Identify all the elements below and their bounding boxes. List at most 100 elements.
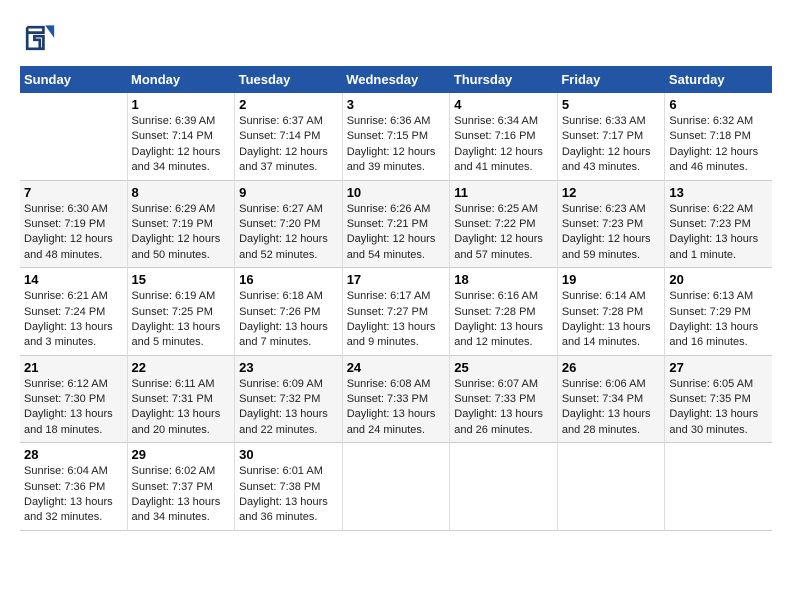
day-number: 2: [239, 97, 338, 112]
calendar-cell: 3 Sunrise: 6:36 AM Sunset: 7:15 PM Daylig…: [342, 93, 450, 180]
day-number: 7: [24, 185, 123, 200]
day-number: 11: [454, 185, 553, 200]
day-number: 25: [454, 360, 553, 375]
col-header-sunday: Sunday: [20, 66, 127, 93]
calendar-cell: 27 Sunrise: 6:05 AM Sunset: 7:35 PM Dayli…: [665, 355, 772, 443]
col-header-thursday: Thursday: [450, 66, 558, 93]
calendar-cell: 22 Sunrise: 6:11 AM Sunset: 7:31 PM Dayli…: [127, 355, 235, 443]
day-info: Sunrise: 6:09 AM Sunset: 7:32 PM Dayligh…: [239, 377, 338, 439]
day-number: 30: [239, 447, 338, 462]
day-info: Sunrise: 6:33 AM Sunset: 7:17 PM Dayligh…: [562, 114, 661, 176]
day-info: Sunrise: 6:18 AM Sunset: 7:26 PM Dayligh…: [239, 289, 338, 351]
col-header-friday: Friday: [557, 66, 665, 93]
day-info: Sunrise: 6:04 AM Sunset: 7:36 PM Dayligh…: [24, 464, 123, 526]
day-info: Sunrise: 6:21 AM Sunset: 7:24 PM Dayligh…: [24, 289, 123, 351]
day-info: Sunrise: 6:32 AM Sunset: 7:18 PM Dayligh…: [669, 114, 768, 176]
calendar-cell: 4 Sunrise: 6:34 AM Sunset: 7:16 PM Daylig…: [450, 93, 558, 180]
day-info: Sunrise: 6:06 AM Sunset: 7:34 PM Dayligh…: [562, 377, 661, 439]
day-number: 17: [347, 272, 446, 287]
day-info: Sunrise: 6:11 AM Sunset: 7:31 PM Dayligh…: [132, 377, 231, 439]
day-number: 23: [239, 360, 338, 375]
calendar-cell: 26 Sunrise: 6:06 AM Sunset: 7:34 PM Dayli…: [557, 355, 665, 443]
day-number: 18: [454, 272, 553, 287]
day-number: 4: [454, 97, 553, 112]
day-info: Sunrise: 6:08 AM Sunset: 7:33 PM Dayligh…: [347, 377, 446, 439]
calendar-cell: 2 Sunrise: 6:37 AM Sunset: 7:14 PM Daylig…: [235, 93, 343, 180]
calendar-cell: 10 Sunrise: 6:26 AM Sunset: 7:21 PM Dayli…: [342, 180, 450, 268]
day-info: Sunrise: 6:23 AM Sunset: 7:23 PM Dayligh…: [562, 202, 661, 264]
page-header: [20, 20, 772, 56]
calendar-cell: 6Sunrise: 6:32 AM Sunset: 7:18 PM Daylig…: [665, 93, 772, 180]
week-row-2: 7 Sunrise: 6:30 AM Sunset: 7:19 PM Daylig…: [20, 180, 772, 268]
logo: [20, 20, 60, 56]
day-number: 5: [562, 97, 661, 112]
calendar-cell: 14 Sunrise: 6:21 AM Sunset: 7:24 PM Dayli…: [20, 268, 127, 356]
week-row-1: 1 Sunrise: 6:39 AM Sunset: 7:14 PM Daylig…: [20, 93, 772, 180]
calendar-cell: 17 Sunrise: 6:17 AM Sunset: 7:27 PM Dayli…: [342, 268, 450, 356]
day-number: 9: [239, 185, 338, 200]
day-info: Sunrise: 6:25 AM Sunset: 7:22 PM Dayligh…: [454, 202, 553, 264]
col-header-wednesday: Wednesday: [342, 66, 450, 93]
day-number: 10: [347, 185, 446, 200]
calendar-cell: 7 Sunrise: 6:30 AM Sunset: 7:19 PM Daylig…: [20, 180, 127, 268]
header-row: SundayMondayTuesdayWednesdayThursdayFrid…: [20, 66, 772, 93]
week-row-5: 28 Sunrise: 6:04 AM Sunset: 7:36 PM Dayli…: [20, 443, 772, 531]
calendar-cell: 13 Sunrise: 6:22 AM Sunset: 7:23 PM Dayli…: [665, 180, 772, 268]
calendar-table: SundayMondayTuesdayWednesdayThursdayFrid…: [20, 66, 772, 531]
calendar-cell: 21 Sunrise: 6:12 AM Sunset: 7:30 PM Dayli…: [20, 355, 127, 443]
calendar-cell: 1 Sunrise: 6:39 AM Sunset: 7:14 PM Daylig…: [127, 93, 235, 180]
day-info: Sunrise: 6:14 AM Sunset: 7:28 PM Dayligh…: [562, 289, 661, 351]
day-number: 22: [132, 360, 231, 375]
day-info: Sunrise: 6:29 AM Sunset: 7:19 PM Dayligh…: [132, 202, 231, 264]
day-info: Sunrise: 6:01 AM Sunset: 7:38 PM Dayligh…: [239, 464, 338, 526]
day-number: 28: [24, 447, 123, 462]
day-info: Sunrise: 6:34 AM Sunset: 7:16 PM Dayligh…: [454, 114, 553, 176]
day-number: 12: [562, 185, 661, 200]
week-row-3: 14 Sunrise: 6:21 AM Sunset: 7:24 PM Dayli…: [20, 268, 772, 356]
day-info: Sunrise: 6:13 AM Sunset: 7:29 PM Dayligh…: [669, 289, 768, 351]
calendar-cell: [20, 93, 127, 180]
calendar-cell: 16 Sunrise: 6:18 AM Sunset: 7:26 PM Dayli…: [235, 268, 343, 356]
calendar-cell: 24Sunrise: 6:08 AM Sunset: 7:33 PM Dayli…: [342, 355, 450, 443]
day-number: 27: [669, 360, 768, 375]
day-number: 14: [24, 272, 123, 287]
day-number: 29: [132, 447, 231, 462]
calendar-cell: 12 Sunrise: 6:23 AM Sunset: 7:23 PM Dayli…: [557, 180, 665, 268]
day-info: Sunrise: 6:17 AM Sunset: 7:27 PM Dayligh…: [347, 289, 446, 351]
calendar-cell: [450, 443, 558, 531]
day-info: Sunrise: 6:37 AM Sunset: 7:14 PM Dayligh…: [239, 114, 338, 176]
calendar-cell: 11 Sunrise: 6:25 AM Sunset: 7:22 PM Dayli…: [450, 180, 558, 268]
day-info: Sunrise: 6:12 AM Sunset: 7:30 PM Dayligh…: [24, 377, 123, 439]
calendar-cell: 23 Sunrise: 6:09 AM Sunset: 7:32 PM Dayli…: [235, 355, 343, 443]
day-info: Sunrise: 6:16 AM Sunset: 7:28 PM Dayligh…: [454, 289, 553, 351]
calendar-cell: 19 Sunrise: 6:14 AM Sunset: 7:28 PM Dayli…: [557, 268, 665, 356]
day-info: Sunrise: 6:39 AM Sunset: 7:14 PM Dayligh…: [132, 114, 231, 176]
day-info: Sunrise: 6:22 AM Sunset: 7:23 PM Dayligh…: [669, 202, 768, 264]
day-info: Sunrise: 6:19 AM Sunset: 7:25 PM Dayligh…: [132, 289, 231, 351]
day-info: Sunrise: 6:26 AM Sunset: 7:21 PM Dayligh…: [347, 202, 446, 264]
calendar-cell: 8Sunrise: 6:29 AM Sunset: 7:19 PM Daylig…: [127, 180, 235, 268]
day-number: 26: [562, 360, 661, 375]
day-number: 15: [132, 272, 231, 287]
calendar-cell: 15 Sunrise: 6:19 AM Sunset: 7:25 PM Dayli…: [127, 268, 235, 356]
col-header-tuesday: Tuesday: [235, 66, 343, 93]
calendar-cell: 29 Sunrise: 6:02 AM Sunset: 7:37 PM Dayli…: [127, 443, 235, 531]
day-number: 20: [669, 272, 768, 287]
logo-icon: [20, 20, 56, 56]
day-info: Sunrise: 6:02 AM Sunset: 7:37 PM Dayligh…: [132, 464, 231, 526]
day-number: 13: [669, 185, 768, 200]
calendar-cell: 9Sunrise: 6:27 AM Sunset: 7:20 PM Daylig…: [235, 180, 343, 268]
day-number: 16: [239, 272, 338, 287]
day-number: 21: [24, 360, 123, 375]
calendar-cell: 28 Sunrise: 6:04 AM Sunset: 7:36 PM Dayli…: [20, 443, 127, 531]
week-row-4: 21 Sunrise: 6:12 AM Sunset: 7:30 PM Dayli…: [20, 355, 772, 443]
day-info: Sunrise: 6:36 AM Sunset: 7:15 PM Dayligh…: [347, 114, 446, 176]
day-number: 1: [132, 97, 231, 112]
day-info: Sunrise: 6:07 AM Sunset: 7:33 PM Dayligh…: [454, 377, 553, 439]
calendar-cell: 30 Sunrise: 6:01 AM Sunset: 7:38 PM Dayli…: [235, 443, 343, 531]
day-number: 3: [347, 97, 446, 112]
calendar-cell: [665, 443, 772, 531]
day-info: Sunrise: 6:30 AM Sunset: 7:19 PM Dayligh…: [24, 202, 123, 264]
day-number: 19: [562, 272, 661, 287]
day-info: Sunrise: 6:05 AM Sunset: 7:35 PM Dayligh…: [669, 377, 768, 439]
